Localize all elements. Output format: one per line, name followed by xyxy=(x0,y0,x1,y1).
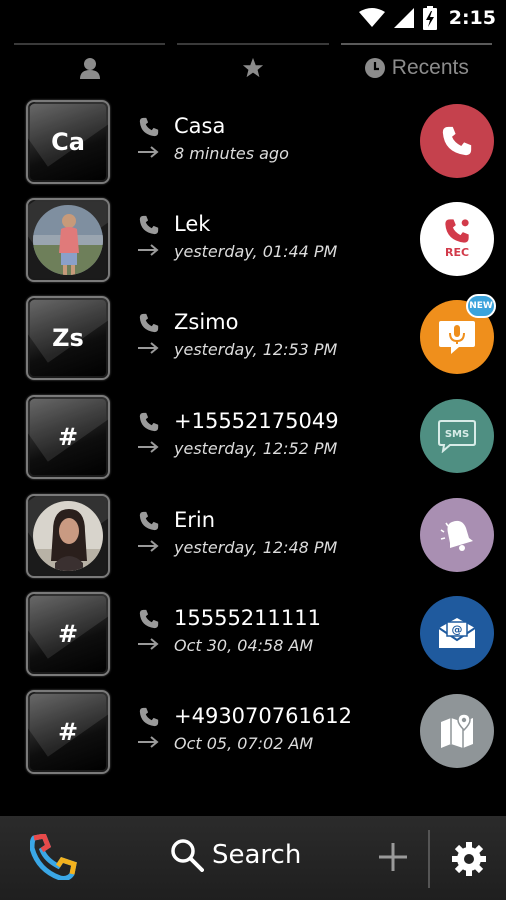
outgoing-arrow-icon xyxy=(138,342,159,354)
map-button[interactable] xyxy=(420,694,494,768)
contact-photo-erin xyxy=(33,501,103,571)
call-row-number-1[interactable]: # +15552175049 yesterday, 12:52 PM SMS xyxy=(0,391,506,481)
tab-contacts[interactable] xyxy=(14,40,166,96)
battery-charging-icon xyxy=(422,6,437,30)
contact-name: Zsimo xyxy=(174,310,239,334)
phone-small-icon xyxy=(139,609,159,629)
star-icon xyxy=(242,57,264,78)
record-call-icon xyxy=(445,219,469,243)
call-row-number-2[interactable]: # 15555211111 Oct 30, 04:58 AM @ xyxy=(0,588,506,678)
new-badge: NEW xyxy=(466,294,496,318)
map-icon xyxy=(441,713,473,748)
call-time: Oct 30, 04:58 AM xyxy=(174,636,314,655)
divider xyxy=(428,830,430,888)
phone-small-icon xyxy=(139,215,159,235)
status-bar: 2:15 xyxy=(0,0,506,36)
avatar[interactable]: # xyxy=(26,395,110,479)
call-time: yesterday, 01:44 PM xyxy=(174,242,338,261)
avatar[interactable] xyxy=(26,198,110,282)
voice-message-button[interactable]: NEW xyxy=(420,294,496,374)
call-time: yesterday, 12:53 PM xyxy=(174,340,338,359)
rec-label: REC xyxy=(444,246,470,259)
call-button[interactable] xyxy=(420,104,494,178)
record-call-button[interactable]: REC xyxy=(420,202,494,276)
svg-text:@: @ xyxy=(452,623,463,636)
phone-small-icon xyxy=(139,117,159,137)
outgoing-arrow-icon xyxy=(138,540,159,552)
avatar-initials: # xyxy=(57,718,79,746)
phone-small-icon xyxy=(139,511,159,531)
avatar-initials: # xyxy=(57,423,79,451)
avatar-initials: Zs xyxy=(52,324,84,352)
tab-recents[interactable]: Recents xyxy=(340,40,493,96)
tab-bar: Recents xyxy=(14,40,493,96)
clock-icon xyxy=(364,58,385,78)
contact-name: +493070761612 xyxy=(174,704,352,728)
call-row-number-3[interactable]: # +493070761612 Oct 05, 07:02 AM xyxy=(0,686,506,776)
avatar-initials: # xyxy=(57,620,79,648)
contact-name: +15552175049 xyxy=(174,409,339,433)
avatar-initials: Ca xyxy=(51,128,85,156)
svg-text:SMS: SMS xyxy=(445,429,469,440)
call-row-zsimo[interactable]: Zs Zsimo yesterday, 12:53 PM NEW xyxy=(0,292,506,382)
add-icon[interactable] xyxy=(376,840,410,874)
email-icon: @ xyxy=(438,618,476,648)
reminder-bell-icon xyxy=(440,520,473,551)
cellular-icon xyxy=(393,8,414,28)
phone-small-icon xyxy=(139,412,159,432)
call-time: 8 minutes ago xyxy=(174,144,289,163)
bottom-bar: Search xyxy=(0,816,506,900)
contact-name: Erin xyxy=(174,508,216,532)
search-label: Search xyxy=(212,840,302,870)
gear-icon[interactable] xyxy=(452,842,486,876)
status-time: 2:15 xyxy=(448,7,496,29)
call-time: Oct 05, 07:02 AM xyxy=(174,734,314,753)
outgoing-arrow-icon xyxy=(138,736,159,748)
voice-message-icon xyxy=(439,321,475,354)
contact-photo-lek xyxy=(33,205,103,275)
call-row-casa[interactable]: Ca Casa 8 minutes ago xyxy=(0,96,506,186)
outgoing-arrow-icon xyxy=(138,441,159,453)
search-button[interactable]: Search xyxy=(170,838,301,872)
search-icon xyxy=(171,839,204,872)
sms-button[interactable]: SMS xyxy=(420,399,494,473)
avatar[interactable]: # xyxy=(26,592,110,676)
phone-small-icon xyxy=(139,313,159,333)
avatar[interactable] xyxy=(26,494,110,578)
outgoing-arrow-icon xyxy=(138,146,159,158)
contact-name: Casa xyxy=(174,114,226,138)
tab-favorites[interactable] xyxy=(177,40,329,96)
call-time: yesterday, 12:48 PM xyxy=(174,538,338,557)
avatar[interactable]: # xyxy=(26,690,110,774)
tab-recents-label: Recents xyxy=(391,56,469,79)
outgoing-arrow-icon xyxy=(138,638,159,650)
outgoing-arrow-icon xyxy=(138,244,159,256)
app-logo-icon[interactable] xyxy=(30,834,78,880)
reminder-button[interactable] xyxy=(420,498,494,572)
call-time: yesterday, 12:52 PM xyxy=(174,439,338,458)
contacts-icon xyxy=(79,58,100,79)
sms-icon: SMS xyxy=(438,420,476,453)
call-row-lek[interactable]: Lek yesterday, 01:44 PM REC xyxy=(0,194,506,284)
avatar[interactable]: Ca xyxy=(26,100,110,184)
call-row-erin[interactable]: Erin yesterday, 12:48 PM xyxy=(0,490,506,580)
contact-name: Lek xyxy=(174,212,211,236)
call-icon xyxy=(442,126,472,156)
contact-name: 15555211111 xyxy=(174,606,321,630)
avatar[interactable]: Zs xyxy=(26,296,110,380)
email-button[interactable]: @ xyxy=(420,596,494,670)
wifi-icon xyxy=(358,8,385,27)
phone-small-icon xyxy=(139,707,159,727)
